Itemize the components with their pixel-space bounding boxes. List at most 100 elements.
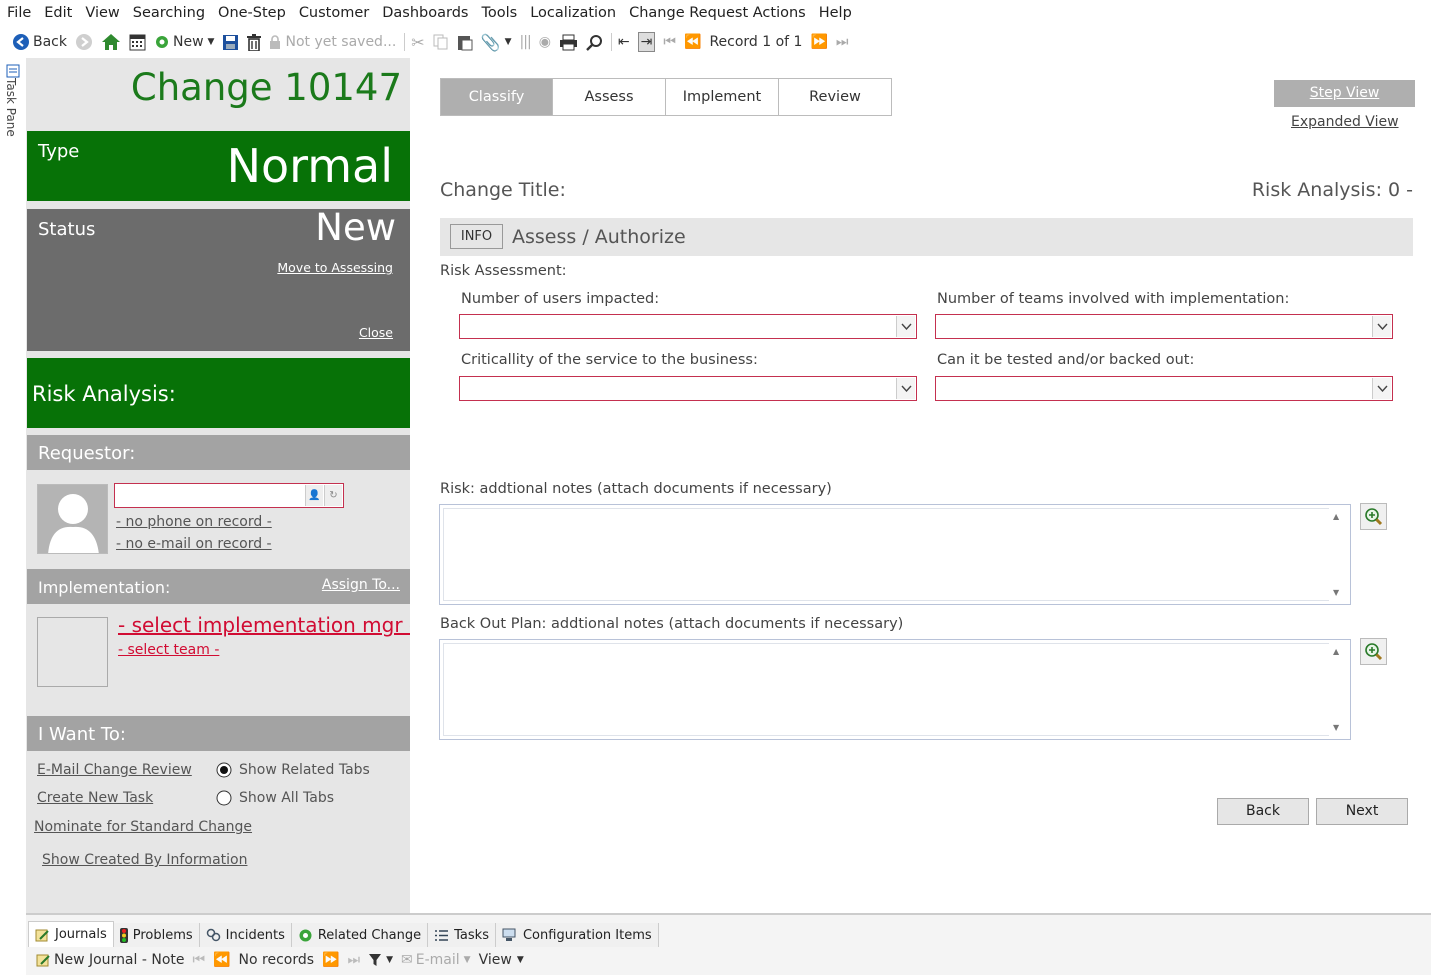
risk-notes-textarea[interactable]: ▲ ▼ bbox=[439, 504, 1351, 605]
traffic-light-icon bbox=[119, 927, 128, 943]
users-impacted-select[interactable] bbox=[459, 314, 917, 339]
prev-record-button[interactable]: ⏪ bbox=[684, 34, 701, 50]
related-tabs: Journals Problems Incidents Related Chan… bbox=[28, 921, 659, 947]
preview-button[interactable]: ◉ bbox=[539, 34, 551, 50]
tab-problems[interactable]: Problems bbox=[113, 923, 200, 947]
filter-button[interactable]: ▼ bbox=[368, 953, 393, 967]
task-pane[interactable]: Task Pane bbox=[0, 58, 26, 915]
tested-backed-out-select[interactable] bbox=[935, 376, 1393, 401]
info-button[interactable]: INFO bbox=[450, 224, 503, 249]
tab-configuration-items[interactable]: Configuration Items bbox=[495, 923, 659, 947]
tab-related-change-label: Related Change bbox=[317, 927, 422, 943]
calendar-button[interactable] bbox=[129, 34, 146, 51]
copy-button[interactable] bbox=[433, 34, 449, 50]
paste-icon bbox=[457, 35, 473, 50]
criticality-select[interactable] bbox=[459, 376, 917, 401]
backout-notes-textarea[interactable]: ▲ ▼ bbox=[439, 639, 1351, 740]
requestor-email-link[interactable]: - no e-mail on record - bbox=[116, 536, 272, 552]
step-view-button[interactable]: Step View bbox=[1274, 80, 1415, 107]
task-pane-label: Task Pane bbox=[4, 78, 18, 137]
cut-button[interactable]: ✂ bbox=[411, 33, 424, 52]
select-team-link[interactable]: - select team - bbox=[118, 642, 219, 658]
related-toolbar: New Journal - Note ⏮ ⏪ No records ⏩ ⏭ ▼ … bbox=[36, 952, 532, 968]
nominate-standard-change-link[interactable]: Nominate for Standard Change bbox=[34, 819, 252, 835]
show-related-tabs-radio[interactable]: Show Related Tabs bbox=[216, 762, 370, 778]
tab-related-change[interactable]: Related Change bbox=[291, 923, 429, 947]
email-button[interactable]: ✉ E-mail ▼ bbox=[401, 952, 471, 968]
teams-involved-select[interactable] bbox=[935, 314, 1393, 339]
menu-change-request-actions[interactable]: Change Request Actions bbox=[629, 5, 806, 21]
search-button[interactable] bbox=[586, 34, 603, 51]
home-button[interactable] bbox=[101, 33, 121, 51]
indent-icon: ⇥ bbox=[640, 34, 653, 50]
new-button[interactable]: New ▼ bbox=[154, 34, 214, 50]
menu-dashboards[interactable]: Dashboards bbox=[382, 5, 468, 21]
risk-notes-scrollbar[interactable]: ▲ ▼ bbox=[1329, 508, 1347, 601]
last-record-button[interactable]: ⏭ bbox=[836, 34, 849, 50]
record-indicator: Record 1 of 1 bbox=[709, 34, 802, 50]
menu-one-step[interactable]: One-Step bbox=[218, 5, 286, 21]
no-records-label: No records bbox=[238, 952, 315, 968]
back-button[interactable]: Back bbox=[12, 33, 67, 51]
forward-button[interactable] bbox=[75, 33, 93, 51]
menu-searching[interactable]: Searching bbox=[133, 5, 205, 21]
back-step-button[interactable]: Back bbox=[1217, 798, 1309, 825]
move-to-assessing-link[interactable]: Move to Assessing bbox=[277, 260, 393, 275]
backout-notes-zoom-button[interactable] bbox=[1360, 638, 1387, 665]
clear-icon[interactable]: ↻ bbox=[324, 485, 342, 506]
last-page-icon[interactable]: ⏭ bbox=[348, 952, 361, 968]
columns-button[interactable]: ||| bbox=[520, 34, 532, 50]
menu-localization[interactable]: Localization bbox=[530, 5, 616, 21]
last-record-icon: ⏭ bbox=[835, 34, 849, 50]
print-button[interactable] bbox=[559, 34, 578, 51]
view-button[interactable]: View ▼ bbox=[479, 952, 524, 968]
new-journal-button[interactable]: New Journal - Note bbox=[36, 952, 185, 968]
show-created-by-link[interactable]: Show Created By Information bbox=[42, 852, 247, 868]
menu-customer[interactable]: Customer bbox=[299, 5, 369, 21]
tab-assess[interactable]: Assess bbox=[553, 78, 666, 116]
menu-file[interactable]: File bbox=[7, 5, 31, 21]
menu-help[interactable]: Help bbox=[819, 5, 852, 21]
status-box: Status New Move to Assessing Close bbox=[27, 206, 410, 351]
tab-implement[interactable]: Implement bbox=[666, 78, 779, 116]
next-step-button[interactable]: Next bbox=[1316, 798, 1408, 825]
assign-to-link[interactable]: Assign To... bbox=[322, 577, 400, 593]
tab-incidents[interactable]: Incidents bbox=[199, 923, 292, 947]
tab-journals[interactable]: Journals bbox=[28, 921, 114, 947]
first-record-icon: ⏮ bbox=[663, 34, 676, 50]
search-icon bbox=[586, 34, 602, 51]
select-implementation-mgr-link[interactable]: - select implementation mgr - bbox=[118, 613, 416, 637]
show-all-tabs-radio[interactable]: Show All Tabs bbox=[216, 790, 334, 806]
next-page-icon[interactable]: ⏩ bbox=[322, 952, 339, 968]
tab-classify[interactable]: Classify bbox=[440, 78, 553, 116]
create-new-task-link[interactable]: Create New Task bbox=[37, 790, 153, 806]
prev-page-icon[interactable]: ⏪ bbox=[213, 952, 230, 968]
delete-button[interactable] bbox=[247, 33, 262, 51]
menu-view[interactable]: View bbox=[85, 5, 119, 21]
first-page-icon[interactable]: ⏮ bbox=[193, 952, 206, 968]
paste-button[interactable] bbox=[457, 34, 473, 51]
backout-notes-scrollbar[interactable]: ▲ ▼ bbox=[1329, 643, 1347, 736]
email-label: E-mail bbox=[415, 952, 460, 968]
tab-tasks[interactable]: Tasks bbox=[428, 923, 496, 947]
back-label: Back bbox=[33, 34, 67, 50]
requestor-phone-link[interactable]: - no phone on record - bbox=[116, 514, 272, 530]
view-dropdown-icon: ▼ bbox=[516, 955, 524, 965]
lookup-user-icon[interactable]: 👤 bbox=[305, 485, 323, 506]
requestor-input[interactable]: 👤 ↻ bbox=[114, 483, 344, 508]
indent-button[interactable]: ⇥ bbox=[637, 32, 656, 52]
email-change-review-link[interactable]: E-Mail Change Review bbox=[37, 762, 192, 778]
risk-notes-zoom-button[interactable] bbox=[1360, 503, 1387, 530]
expanded-view-link[interactable]: Expanded View bbox=[1291, 114, 1399, 130]
outdent-button[interactable]: ⇤ bbox=[618, 34, 630, 50]
tab-review[interactable]: Review bbox=[779, 78, 892, 116]
menu-edit[interactable]: Edit bbox=[44, 5, 72, 21]
close-link[interactable]: Close bbox=[359, 325, 393, 340]
attach-button[interactable]: 📎 ▼ bbox=[481, 33, 512, 52]
menu-tools[interactable]: Tools bbox=[481, 5, 517, 21]
first-record-button[interactable]: ⏮ bbox=[663, 34, 676, 50]
save-button[interactable] bbox=[222, 34, 239, 51]
requestor-avatar bbox=[37, 484, 108, 554]
i-want-to-header: I Want To: bbox=[27, 716, 410, 751]
next-record-button[interactable]: ⏩ bbox=[810, 34, 827, 50]
